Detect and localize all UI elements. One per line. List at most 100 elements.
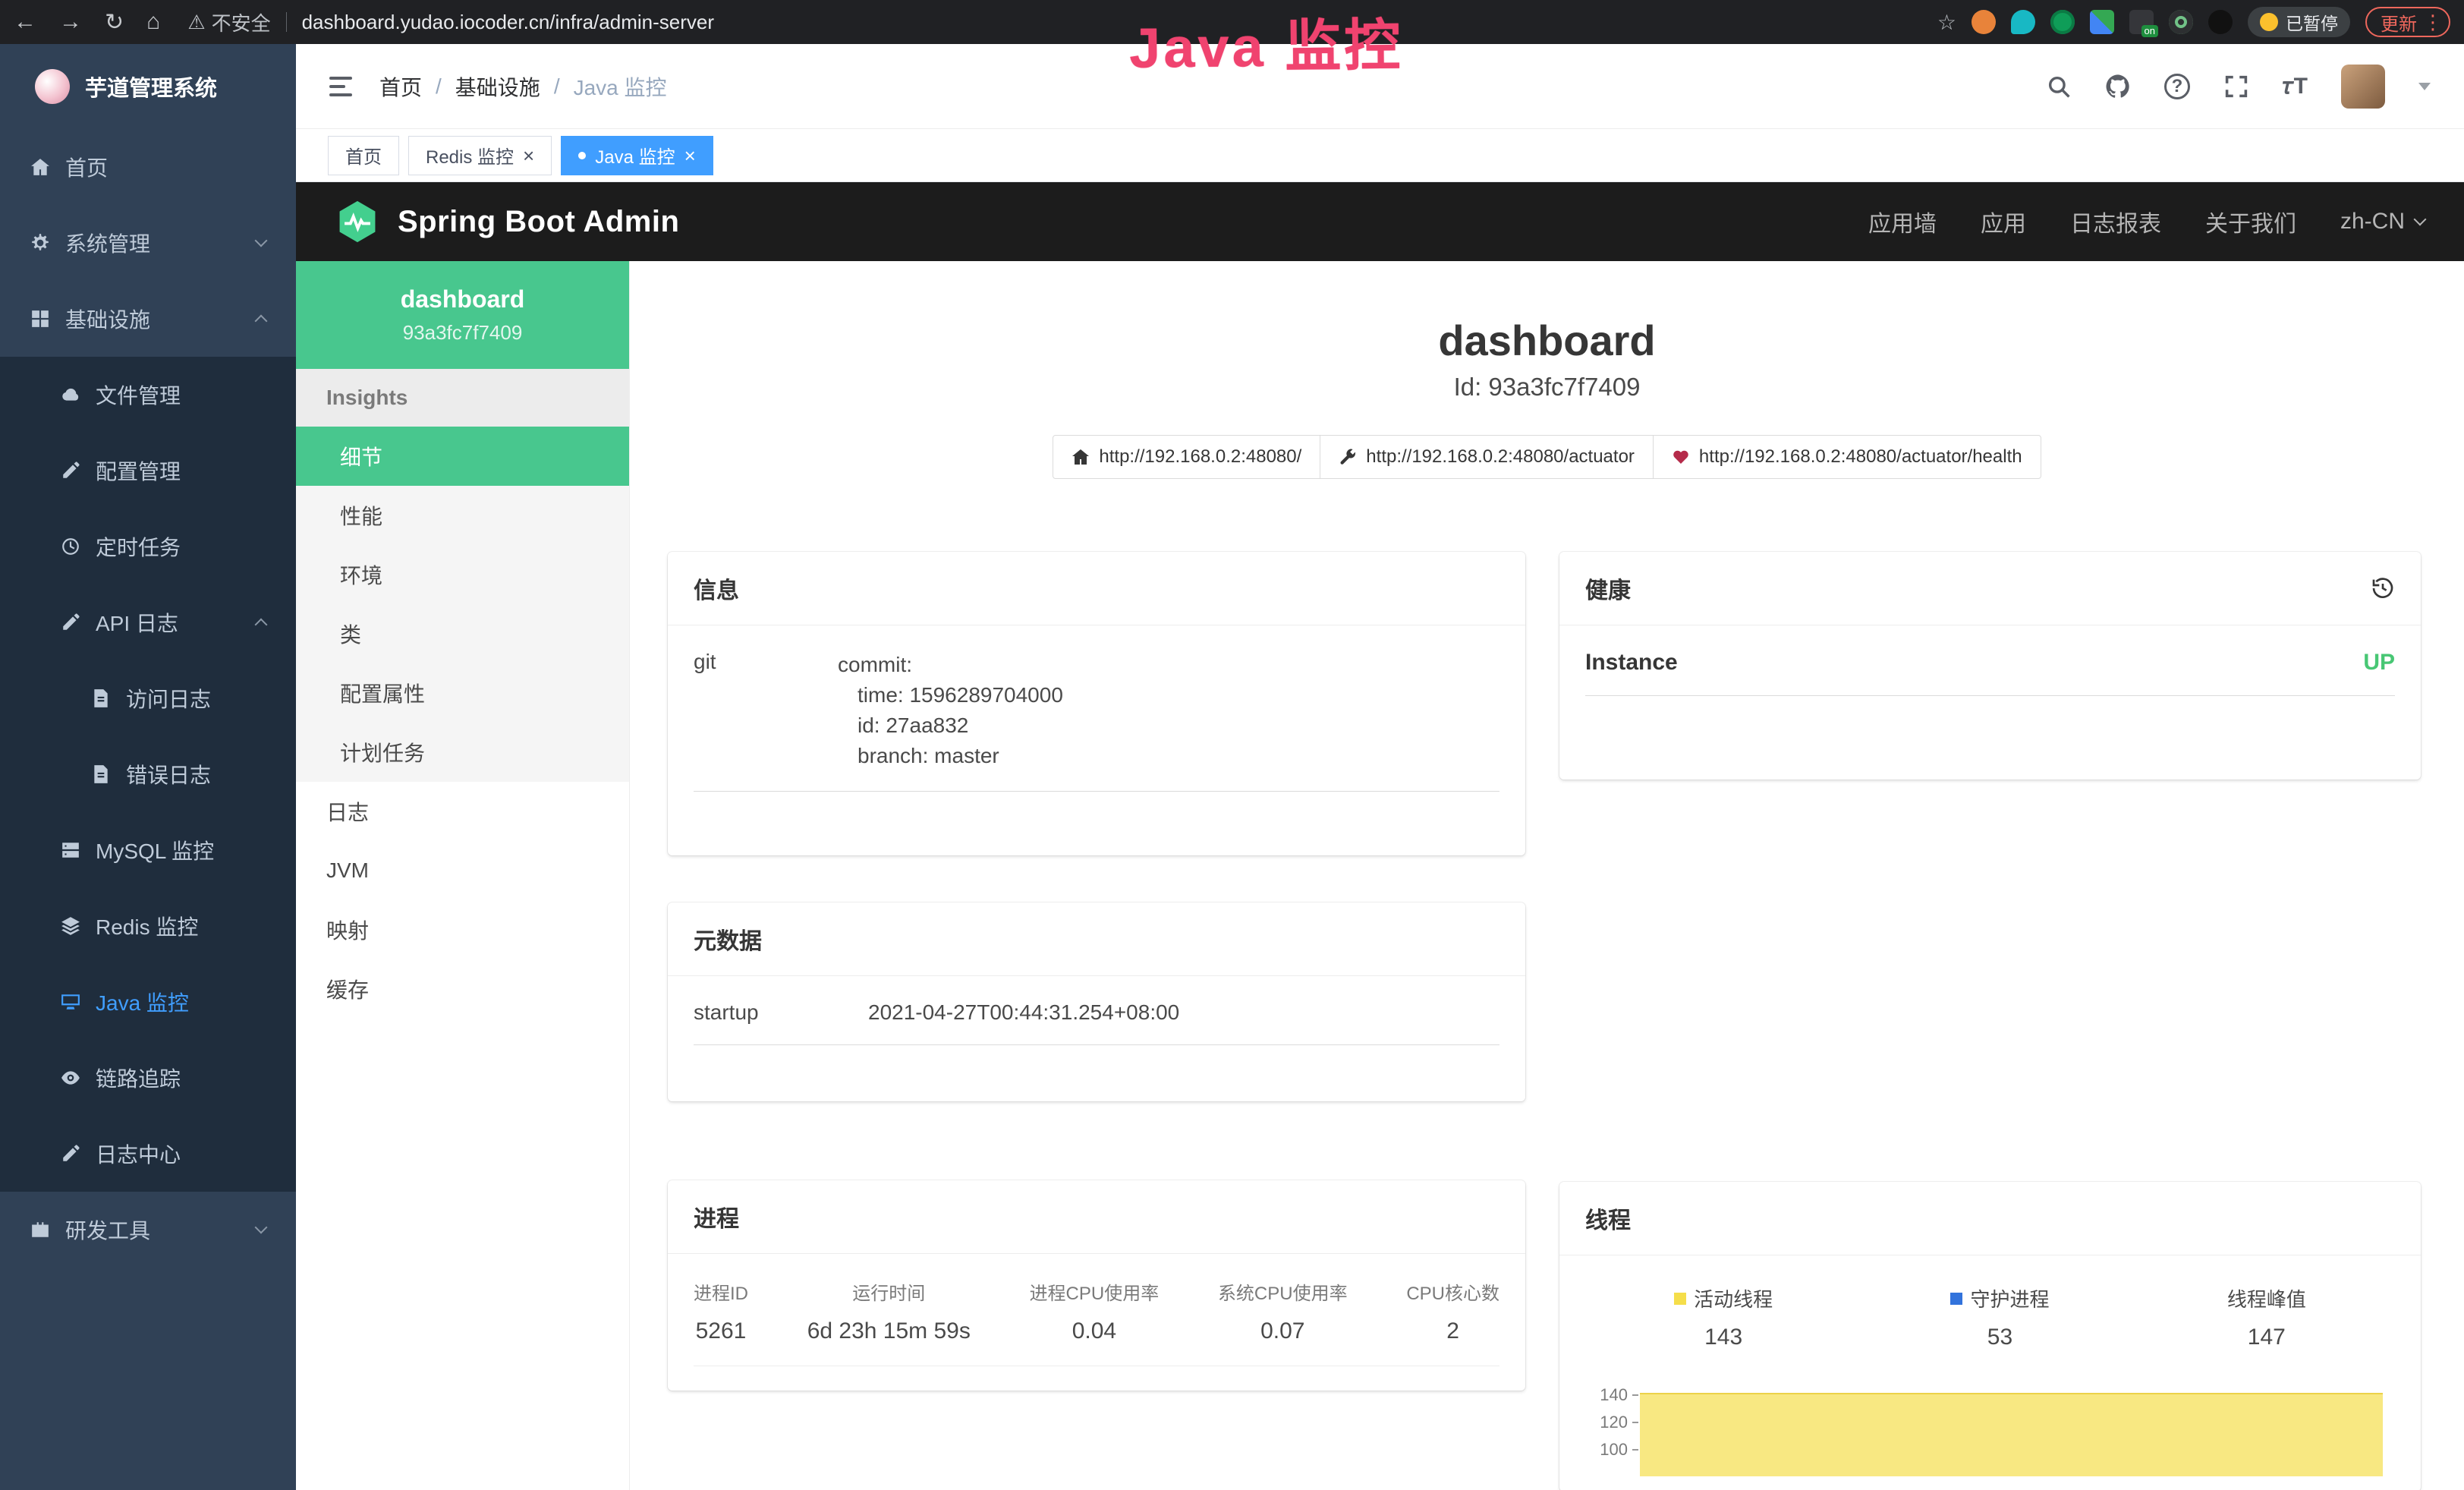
process-col-cores: CPU核心数 2 [1406,1278,1499,1344]
history-icon[interactable] [2371,576,2395,600]
legend-swatch-blue [1950,1293,1962,1305]
chevron-down-icon [255,1221,268,1234]
layers-icon [61,916,80,936]
threads-chart: 140 120 100 [1585,1385,2395,1467]
eye-icon [61,1068,80,1088]
address-bar[interactable]: ⚠ 不安全 dashboard.yudao.iocoder.cn/infra/a… [187,8,1937,36]
breadcrumb: 首页 / 基础设施 / Java 监控 [379,71,667,102]
info-git-row: git commit: time: 1596289704000 id: 27aa… [694,650,1499,792]
sba-instance-block[interactable]: dashboard 93a3fc7f7409 [296,261,629,369]
spring-boot-admin-logo-icon [335,200,379,244]
sidebar-logo[interactable]: 芋道管理系统 [0,44,296,129]
close-icon[interactable]: × [684,146,696,165]
forward-icon[interactable]: → [59,9,82,35]
tab-home[interactable]: 首页 [328,136,399,175]
threads-chart-y-axis: 140 120 100 [1585,1385,1638,1467]
sidebar-item-infrastructure[interactable]: 基础设施 [0,281,296,357]
status-badge: UP [2363,650,2395,676]
hamburger-icon[interactable] [329,77,352,96]
bookmark-star-icon[interactable]: ☆ [1937,10,1956,35]
help-icon[interactable]: ? [2164,74,2190,99]
sidebar-item-log-center[interactable]: 日志中心 [0,1116,296,1192]
extension-icon-1[interactable] [1972,10,1996,34]
sidebar-item-access-logs[interactable]: 访问日志 [0,660,296,736]
extension-on-badge: on [2141,25,2158,37]
close-icon[interactable]: × [523,146,534,165]
fullscreen-icon[interactable] [2223,74,2249,99]
sidebar-item-link-tracing[interactable]: 链路追踪 [0,1040,296,1116]
tab-redis-monitor[interactable]: Redis 监控 × [408,136,552,175]
sba-item-mappings[interactable]: 映射 [296,900,629,959]
app-title: 芋道管理系统 [85,71,217,102]
sidebar-item-api-logs[interactable]: API 日志 [0,584,296,660]
sidebar-item-config-mgmt[interactable]: 配置管理 [0,433,296,509]
health-url-button[interactable]: http://192.168.0.2:48080/actuator/health [1653,435,2041,479]
sba-item-caches[interactable]: 缓存 [296,959,629,1019]
avatar-caret-icon[interactable] [2418,83,2431,90]
extension-icon-3[interactable] [2050,10,2075,34]
sba-item-config-props[interactable]: 配置属性 [296,663,629,723]
font-size-icon[interactable]: 𝜏T [2283,74,2308,99]
extension-icon-7[interactable] [2208,10,2233,34]
github-icon[interactable] [2105,74,2131,99]
sidebar-item-scheduled-jobs[interactable]: 定时任务 [0,509,296,584]
sba-app-id: 93a3fc7f7409 [403,321,523,345]
sba-sidebar: dashboard 93a3fc7f7409 Insights 细节 性能 环境… [296,261,630,1490]
extension-icon-5[interactable]: on [2129,10,2154,34]
search-icon[interactable] [2046,74,2072,99]
update-button[interactable]: 更新 ⋮ [2365,7,2450,37]
service-url-button[interactable]: http://192.168.0.2:48080/ [1053,435,1320,479]
sidebar-item-mysql-monitor[interactable]: MySQL 监控 [0,812,296,888]
sidebar-item-home[interactable]: 首页 [0,129,296,205]
sidebar-item-file-mgmt[interactable]: 文件管理 [0,357,296,433]
health-instance-row: Instance UP [1585,650,2395,696]
sba-item-details[interactable]: 细节 [296,427,629,486]
sba-nav-wallboard[interactable]: 应用墙 [1868,205,1937,238]
sba-item-scheduled-tasks[interactable]: 计划任务 [296,723,629,782]
sba-item-metrics[interactable]: 性能 [296,486,629,545]
browser-menu-icon[interactable]: ⋮ [2423,11,2443,34]
tab-java-monitor[interactable]: Java 监控 × [561,136,713,175]
doc-icon [91,764,111,784]
card-title: 信息 [694,572,739,605]
sidebar-item-dev-tools[interactable]: 研发工具 [0,1192,296,1268]
actuator-url-button[interactable]: http://192.168.0.2:48080/actuator [1320,435,1654,479]
sba-main-content: dashboard Id: 93a3fc7f7409 http://192.16… [630,261,2464,1490]
sba-item-classes[interactable]: 类 [296,604,629,663]
threads-chart-plot [1638,1385,2395,1467]
extension-icon-2[interactable] [2011,10,2035,34]
instance-links: http://192.168.0.2:48080/ http://192.168… [630,435,2464,479]
process-table: 进程ID 5261 运行时间 6d 23h 15m 59s [694,1278,1499,1366]
chevron-down-icon [2414,213,2427,226]
url-divider [286,12,287,32]
sidebar-item-java-monitor[interactable]: Java 监控 [0,964,296,1040]
breadcrumb-infrastructure[interactable]: 基础设施 [455,71,540,102]
sba-item-jvm[interactable]: JVM [296,841,629,900]
sba-item-environment[interactable]: 环境 [296,545,629,604]
admin-header: 首页 / 基础设施 / Java 监控 ? 𝜏T [296,44,2464,129]
reload-icon[interactable]: ↻ [105,9,124,36]
active-dot [578,152,586,159]
paused-badge[interactable]: 已暂停 [2248,7,2350,37]
sidebar-item-redis-monitor[interactable]: Redis 监控 [0,888,296,964]
sba-nav-journal[interactable]: 日志报表 [2070,205,2161,238]
extension-icon-6[interactable] [2169,10,2193,34]
breadcrumb-home[interactable]: 首页 [379,71,422,102]
sidebar-item-system-mgmt[interactable]: 系统管理 [0,205,296,281]
gear-icon [30,233,50,253]
threads-legend: 活动线程 143 守护进程 53 线程峰值 [1585,1284,2395,1350]
browser-home-icon[interactable]: ⌂ [146,9,160,35]
sba-nav-about[interactable]: 关于我们 [2205,205,2296,238]
extension-icon-4[interactable] [2090,10,2114,34]
back-icon[interactable]: ← [14,9,36,35]
process-col-proc-cpu: 进程CPU使用率 0.04 [1030,1278,1160,1344]
sba-nav-applications[interactable]: 应用 [1981,205,2026,238]
card-title: 进程 [694,1200,739,1233]
cloud-icon [61,385,80,405]
sidebar-item-error-logs[interactable]: 错误日志 [0,736,296,812]
chevron-up-icon [255,315,268,328]
sba-item-logs[interactable]: 日志 [296,782,629,841]
health-card: 健康 Instance UP [1559,552,2421,780]
sba-locale-select[interactable]: zh-CN [2340,209,2425,235]
user-avatar[interactable] [2341,65,2385,109]
